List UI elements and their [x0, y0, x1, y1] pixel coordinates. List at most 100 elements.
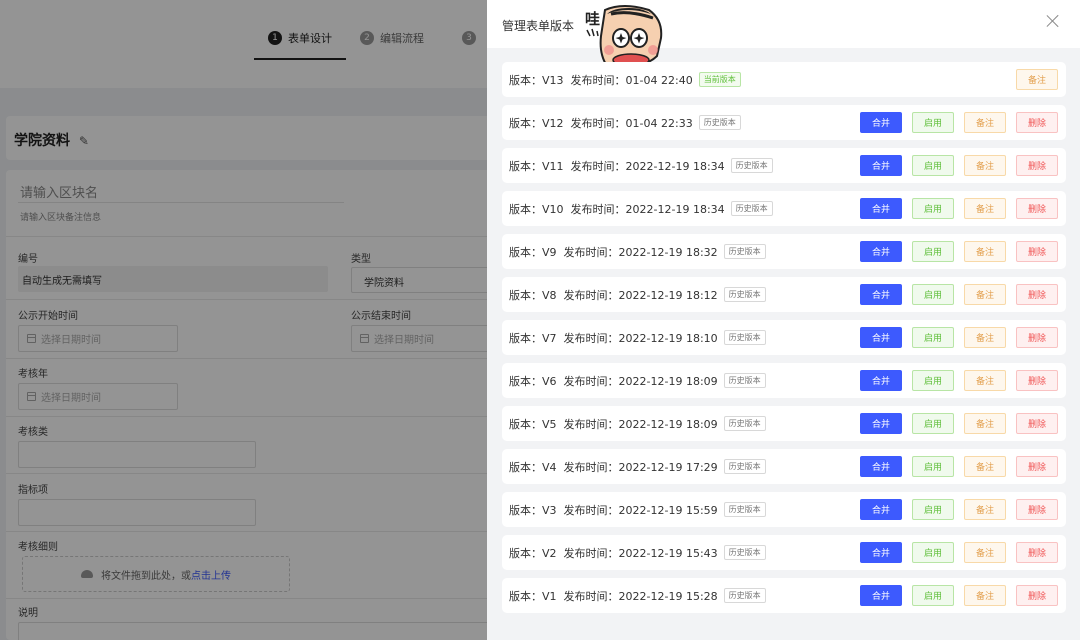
enable-button[interactable]: 启用: [912, 327, 954, 348]
enable-button[interactable]: 启用: [912, 155, 954, 176]
note-button[interactable]: 备注: [964, 155, 1006, 176]
version-status-tag: 历史版本: [723, 416, 766, 431]
publish-time: 发布时间：2022-12-19 18:34: [570, 202, 725, 216]
delete-button[interactable]: 删除: [1016, 198, 1058, 219]
version-row: 版本：V3 发布时间：2022-12-19 15:59 历史版本 合并 启用 备注 删除: [502, 492, 1066, 527]
note-button[interactable]: 备注: [964, 241, 1006, 262]
publish-time: 发布时间：2022-12-19 15:28: [563, 589, 718, 603]
enable-button[interactable]: 启用: [912, 456, 954, 477]
note-button[interactable]: 备注: [964, 499, 1006, 520]
row-actions: 合并 启用 备注 删除: [850, 198, 1058, 219]
merge-button[interactable]: 合并: [860, 413, 902, 434]
merge-button[interactable]: 合并: [860, 456, 902, 477]
close-icon[interactable]: [1046, 14, 1060, 28]
enable-button[interactable]: 启用: [912, 112, 954, 133]
enable-button[interactable]: 启用: [912, 413, 954, 434]
delete-button[interactable]: 删除: [1016, 413, 1058, 434]
enable-button[interactable]: 启用: [912, 198, 954, 219]
version-row: 版本：V7 发布时间：2022-12-19 18:10 历史版本 合并 启用 备注 删除: [502, 320, 1066, 355]
version-row: 版本：V13 发布时间：01-04 22:40 当前版本 备注: [502, 62, 1066, 97]
note-button[interactable]: 备注: [964, 284, 1006, 305]
delete-button[interactable]: 删除: [1016, 284, 1058, 305]
merge-button[interactable]: 合并: [860, 499, 902, 520]
delete-button[interactable]: 删除: [1016, 585, 1058, 606]
delete-button[interactable]: 删除: [1016, 241, 1058, 262]
merge-button[interactable]: 合并: [860, 585, 902, 606]
note-button[interactable]: 备注: [964, 327, 1006, 348]
version-number: 版本：V7: [509, 331, 557, 345]
note-button[interactable]: 备注: [1016, 69, 1058, 90]
merge-button[interactable]: 合并: [860, 112, 902, 133]
publish-time: 发布时间：2022-12-19 18:09: [563, 417, 718, 431]
version-status-tag: 历史版本: [730, 201, 773, 216]
version-number: 版本：V8: [509, 288, 557, 302]
enable-button[interactable]: 启用: [912, 542, 954, 563]
version-row: 版本：V2 发布时间：2022-12-19 15:43 历史版本 合并 启用 备注 删除: [502, 535, 1066, 570]
delete-button[interactable]: 删除: [1016, 155, 1058, 176]
publish-time: 发布时间：2022-12-19 18:10: [563, 331, 718, 345]
row-actions: 合并 启用 备注 删除: [850, 542, 1058, 563]
version-row: 版本：V10 发布时间：2022-12-19 18:34 历史版本 合并 启用 备注 删除: [502, 191, 1066, 226]
merge-button[interactable]: 合并: [860, 370, 902, 391]
delete-button[interactable]: 删除: [1016, 112, 1058, 133]
merge-button[interactable]: 合并: [860, 542, 902, 563]
version-row: 版本：V8 发布时间：2022-12-19 18:12 历史版本 合并 启用 备注 删除: [502, 277, 1066, 312]
drawer-header: 管理表单版本 哇: [487, 0, 1080, 66]
enable-button[interactable]: 启用: [912, 241, 954, 262]
version-number: 版本：V3: [509, 503, 557, 517]
version-number: 版本：V13: [509, 73, 564, 87]
version-status-tag: 历史版本: [723, 588, 766, 603]
row-actions: 合并 启用 备注 删除: [850, 456, 1058, 477]
delete-button[interactable]: 删除: [1016, 499, 1058, 520]
drawer-title: 管理表单版本: [502, 19, 575, 33]
merge-button[interactable]: 合并: [860, 198, 902, 219]
publish-time: 发布时间：2022-12-19 18:12: [563, 288, 718, 302]
version-number: 版本：V1: [509, 589, 557, 603]
merge-button[interactable]: 合并: [860, 284, 902, 305]
sticker-text: 哇: [585, 10, 600, 28]
version-status-tag: 历史版本: [723, 545, 766, 560]
note-button[interactable]: 备注: [964, 585, 1006, 606]
version-status-tag: 历史版本: [723, 373, 766, 388]
version-row: 版本：V11 发布时间：2022-12-19 18:34 历史版本 合并 启用 备注 删除: [502, 148, 1066, 183]
enable-button[interactable]: 启用: [912, 370, 954, 391]
delete-button[interactable]: 删除: [1016, 456, 1058, 477]
enable-button[interactable]: 启用: [912, 585, 954, 606]
row-actions: 合并 启用 备注 删除: [850, 284, 1058, 305]
row-actions: 合并 启用 备注 删除: [850, 241, 1058, 262]
delete-button[interactable]: 删除: [1016, 370, 1058, 391]
version-number: 版本：V5: [509, 417, 557, 431]
version-status-tag: 历史版本: [730, 158, 773, 173]
merge-button[interactable]: 合并: [860, 241, 902, 262]
version-number: 版本：V2: [509, 546, 557, 560]
version-number: 版本：V4: [509, 460, 557, 474]
row-actions: 合并 启用 备注 删除: [850, 370, 1058, 391]
version-row: 版本：V6 发布时间：2022-12-19 18:09 历史版本 合并 启用 备注 删除: [502, 363, 1066, 398]
note-button[interactable]: 备注: [964, 542, 1006, 563]
enable-button[interactable]: 启用: [912, 499, 954, 520]
version-row: 版本：V9 发布时间：2022-12-19 18:32 历史版本 合并 启用 备注 删除: [502, 234, 1066, 269]
version-list: 版本：V13 发布时间：01-04 22:40 当前版本 备注版本：V12 发布时间：0…: [502, 62, 1066, 621]
delete-button[interactable]: 删除: [1016, 542, 1058, 563]
version-number: 版本：V12: [509, 116, 564, 130]
version-number: 版本：V6: [509, 374, 557, 388]
publish-time: 发布时间：2022-12-19 18:32: [563, 245, 718, 259]
note-button[interactable]: 备注: [964, 456, 1006, 477]
publish-time: 发布时间：2022-12-19 18:34: [570, 159, 725, 173]
version-status-tag: 当前版本: [698, 72, 741, 87]
enable-button[interactable]: 启用: [912, 284, 954, 305]
publish-time: 发布时间：2022-12-19 15:59: [563, 503, 718, 517]
note-button[interactable]: 备注: [964, 112, 1006, 133]
delete-button[interactable]: 删除: [1016, 327, 1058, 348]
version-drawer: 管理表单版本 哇 版本：V13 发布时间：01-04 22:40 当前版本 备注 版本：…: [487, 0, 1080, 640]
version-status-tag: 历史版本: [698, 115, 741, 130]
publish-time: 发布时间：01-04 22:40: [570, 73, 693, 87]
note-button[interactable]: 备注: [964, 370, 1006, 391]
row-actions: 合并 启用 备注 删除: [850, 112, 1058, 133]
note-button[interactable]: 备注: [964, 413, 1006, 434]
merge-button[interactable]: 合并: [860, 155, 902, 176]
version-status-tag: 历史版本: [723, 330, 766, 345]
merge-button[interactable]: 合并: [860, 327, 902, 348]
note-button[interactable]: 备注: [964, 198, 1006, 219]
row-actions: 备注: [1006, 69, 1058, 90]
